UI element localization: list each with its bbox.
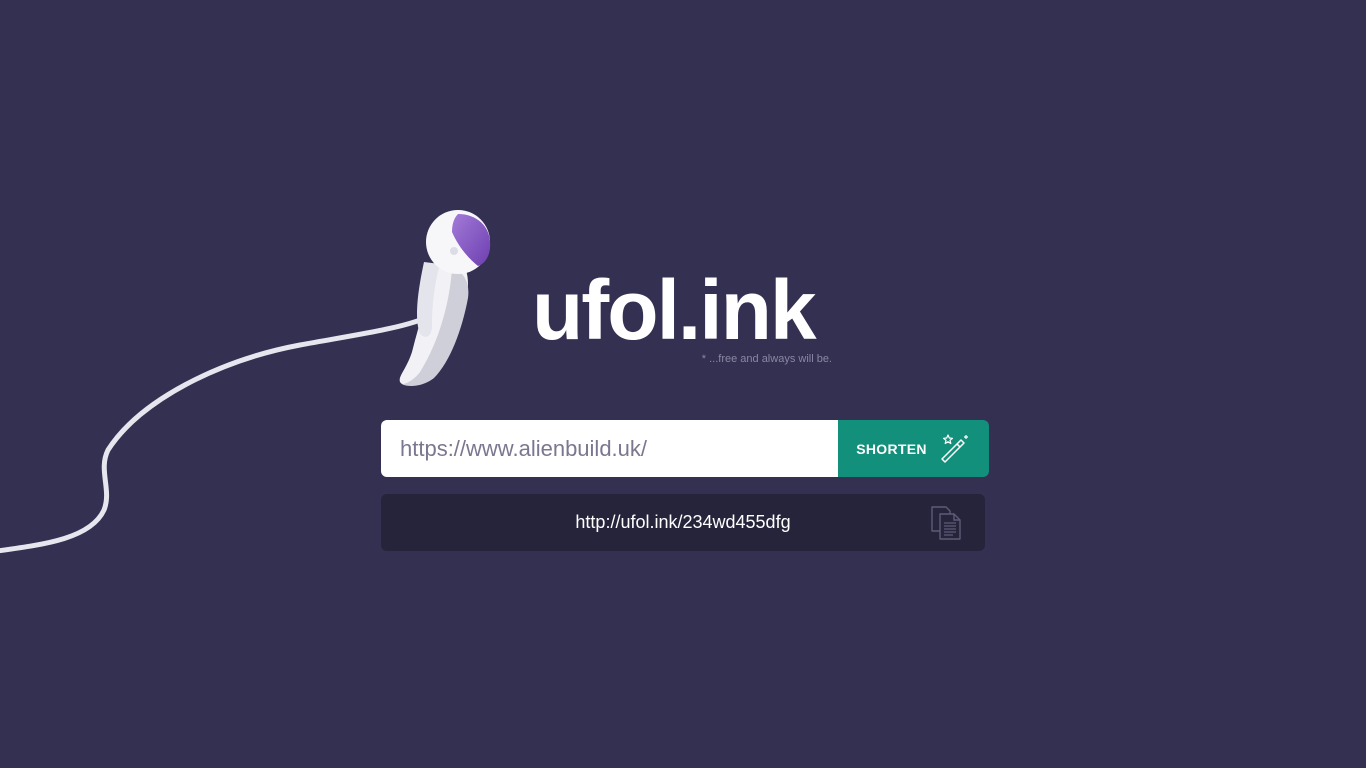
short-url-link[interactable]: http://ufol.ink/234wd455dfg [381, 494, 985, 551]
tagline: * ...free and always will be. [701, 353, 832, 365]
tether-rope [0, 313, 433, 554]
result-panel: http://ufol.ink/234wd455dfg [381, 494, 985, 551]
copy-icon[interactable] [929, 505, 965, 541]
page: ufol.ink * ...free and always will be. S… [0, 0, 1366, 768]
shorten-button[interactable]: SHORTEN [838, 420, 989, 477]
shorten-form: SHORTEN [381, 420, 989, 477]
magic-wand-icon [941, 433, 968, 463]
logo: ufol.ink [532, 263, 817, 357]
shorten-button-label: SHORTEN [856, 440, 927, 457]
url-input[interactable] [381, 420, 838, 477]
astronaut-illustration [0, 210, 491, 554]
astronaut-body [399, 210, 491, 386]
